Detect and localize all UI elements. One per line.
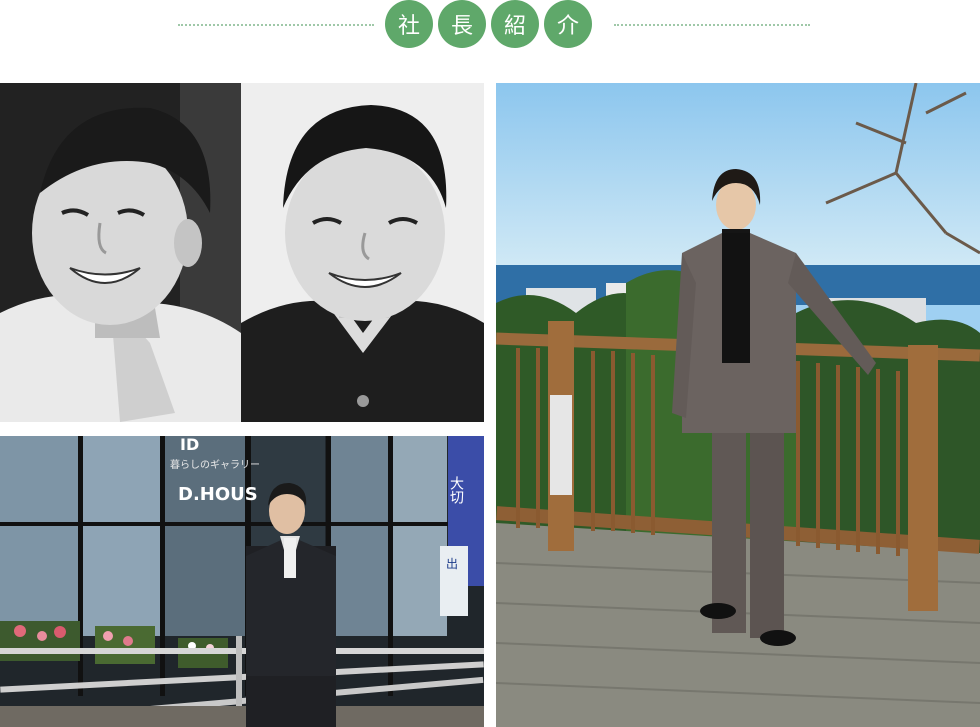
title-char: 介: [544, 0, 592, 48]
youth-photo-right: [241, 83, 484, 422]
store-sign-top: ID: [180, 436, 199, 454]
store-sign-large: D.HOUS: [178, 484, 258, 505]
title-char: 長: [438, 0, 486, 48]
youth-photo-left: [0, 83, 241, 422]
store-sign-small: 暮らしのギャラリー: [170, 458, 260, 471]
banner-text: 大切: [448, 476, 464, 505]
title-char: 紹: [491, 0, 539, 48]
title-divider-left: [178, 24, 374, 26]
seaside-photo: [496, 83, 980, 727]
section-title: 社 長 紹 介: [0, 0, 980, 56]
title-char: 社: [385, 0, 433, 48]
booth-sign: 出: [446, 557, 458, 571]
title-chars: 社 長 紹 介: [385, 0, 595, 50]
title-divider-right: [614, 24, 810, 26]
storefront-photo: 暮らしのギャラリー D.HOUS ID 大切 出: [0, 436, 484, 727]
